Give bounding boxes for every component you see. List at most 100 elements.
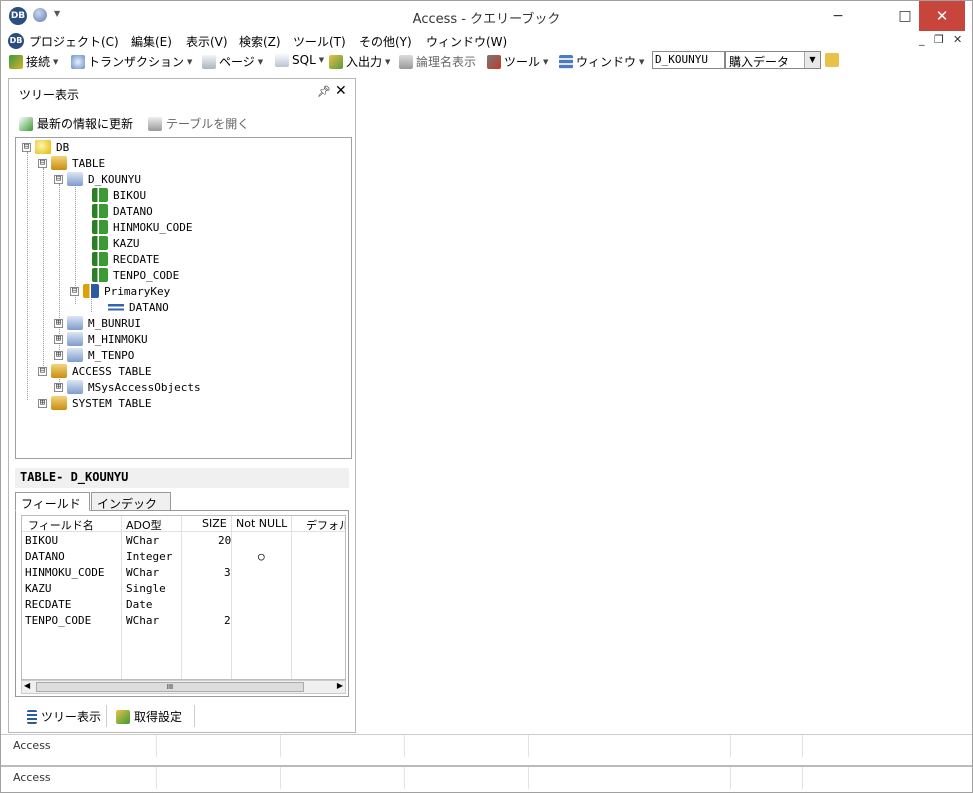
- menu-search[interactable]: 検索(Z): [239, 33, 281, 50]
- horizontal-scrollbar[interactable]: ◀ III ▶: [21, 680, 346, 694]
- tab-fields[interactable]: フィールド: [15, 492, 90, 511]
- key-column-icon: [108, 300, 124, 314]
- dropdown-icon: ▼: [257, 57, 264, 66]
- sql-icon: [275, 53, 289, 67]
- tree-node-db[interactable]: ⊟ DB: [22, 139, 69, 155]
- go-icon[interactable]: [825, 53, 839, 67]
- tree-node-m-tenpo[interactable]: ⊞ M_TENPO: [54, 347, 134, 363]
- window-icon: [559, 54, 573, 69]
- tree-view-icon: [27, 709, 37, 724]
- mdi-restore-button[interactable]: ❐: [934, 33, 944, 46]
- tab-indexes[interactable]: インデックス: [91, 492, 171, 528]
- transaction-icon: [71, 54, 85, 69]
- menu-app-icon[interactable]: DB: [8, 33, 24, 49]
- connect-button[interactable]: 接続 ▼: [9, 53, 58, 70]
- maximize-button[interactable]: □: [888, 1, 922, 31]
- tab-tree-view[interactable]: ツリー表示: [27, 708, 101, 725]
- panel-title: ツリー表示: [19, 88, 80, 102]
- field-icon: [92, 236, 108, 250]
- field-icon: [92, 268, 108, 282]
- menu-view[interactable]: 表示(V): [186, 33, 228, 50]
- table-icon: [67, 380, 83, 394]
- close-button[interactable]: ✕: [919, 1, 965, 31]
- table-row[interactable]: BIKOU WChar 20: [22, 532, 345, 548]
- logical-name-icon: [399, 54, 413, 69]
- scroll-left-icon[interactable]: ◀: [24, 681, 30, 690]
- panel-close-icon[interactable]: ✕: [335, 83, 347, 99]
- database-icon: [35, 140, 51, 154]
- transaction-button[interactable]: トランザクション ▼: [71, 53, 192, 70]
- window-button[interactable]: ウィンドウ ▼: [559, 53, 644, 70]
- tree-node-key-column[interactable]: DATANO: [108, 299, 169, 315]
- pin-icon[interactable]: 📌︎: [317, 85, 331, 98]
- table-row[interactable]: DATANO Integer ○: [22, 548, 345, 564]
- table-row[interactable]: KAZU Single: [22, 580, 345, 596]
- menu-window[interactable]: ウィンドウ(W): [426, 33, 507, 50]
- table-group-icon: [51, 156, 67, 170]
- field-icon: [92, 252, 108, 266]
- scroll-right-icon[interactable]: ▶: [337, 681, 343, 690]
- menu-tools[interactable]: ツール(T): [293, 33, 346, 50]
- tree-node-system-table[interactable]: ⊞ SYSTEM TABLE: [38, 395, 151, 411]
- chevron-down-icon[interactable]: ▼: [804, 52, 820, 68]
- status-bar-inner: Access: [1, 734, 972, 757]
- page-button[interactable]: ページ ▼: [202, 53, 263, 70]
- tree-node-d-kounyu[interactable]: ⊟ D_KOUNYU: [54, 171, 141, 187]
- tools-button[interactable]: ツール ▼: [487, 53, 548, 70]
- column-header[interactable]: SIZE: [202, 517, 227, 530]
- tree-node-field[interactable]: BIKOU: [92, 187, 146, 203]
- dropdown-icon: ▼: [187, 57, 193, 66]
- menu-bar: DB プロジェクト(C) 編集(E) 表示(V) 検索(Z) ツール(T) その…: [1, 31, 972, 51]
- menu-edit[interactable]: 編集(E): [131, 33, 172, 50]
- tree-view[interactable]: ⊟ DB ⊟ TABLE ⊟ D_KOUNYU BIKOU DATANO HINMOK…: [15, 137, 352, 459]
- column-header[interactable]: Not NULL: [236, 517, 287, 530]
- tree-node-m-hinmoku[interactable]: ⊞ M_HINMOKU: [54, 331, 148, 347]
- tree-node-msysaccessobjects[interactable]: ⊞ MSysAccessObjects: [54, 379, 201, 395]
- name-combo[interactable]: 購入データ ▼: [725, 51, 821, 69]
- table-row[interactable]: HINMOKU_CODE WChar 3: [22, 564, 345, 580]
- tree-node-field[interactable]: KAZU: [92, 235, 140, 251]
- io-icon: [329, 54, 343, 69]
- status-text: Access: [13, 771, 51, 784]
- fields-grid[interactable]: フィールド名 ADO型 SIZE Not NULL デフォル BIKOU WCha…: [21, 515, 346, 680]
- tree-node-m-bunrui[interactable]: ⊞ M_BUNRUI: [54, 315, 141, 331]
- primary-key-icon: [83, 284, 99, 298]
- tree-node-field[interactable]: DATANO: [92, 203, 153, 219]
- open-table-button[interactable]: テーブルを開く: [148, 115, 249, 132]
- field-icon: [92, 220, 108, 234]
- table-row[interactable]: TENPO_CODE WChar 2: [22, 612, 345, 628]
- page-icon: [202, 54, 216, 69]
- column-header[interactable]: フィールド名: [28, 517, 94, 533]
- scroll-thumb[interactable]: III: [36, 682, 304, 692]
- open-table-icon: [148, 116, 162, 131]
- tree-node-field[interactable]: RECDATE: [92, 251, 159, 267]
- mdi-close-button[interactable]: ✕: [953, 33, 962, 46]
- table-icon: [67, 172, 83, 186]
- refresh-icon: [19, 116, 33, 131]
- title-bar: DB ▼ Access - クエリーブック − □ ✕: [1, 1, 972, 31]
- tree-node-field[interactable]: TENPO_CODE: [92, 267, 179, 283]
- status-text: Access: [13, 739, 51, 752]
- logical-name-button[interactable]: 論理名表示: [399, 53, 476, 70]
- minimize-button[interactable]: −: [821, 1, 855, 31]
- table-row[interactable]: RECDATE Date: [22, 596, 345, 612]
- tree-node-table[interactable]: ⊟ TABLE: [38, 155, 105, 171]
- tree-node-primarykey[interactable]: ⊟ PrimaryKey: [70, 283, 170, 299]
- mdi-minimize-button[interactable]: _: [919, 33, 925, 46]
- column-header[interactable]: デフォル: [306, 517, 345, 533]
- connect-icon: [9, 54, 23, 69]
- sql-button[interactable]: SQL ▼: [275, 53, 324, 67]
- dropdown-icon: ▼: [53, 57, 59, 66]
- tab-fetch-settings[interactable]: 取得設定: [116, 708, 182, 725]
- dropdown-icon: ▼: [543, 57, 549, 66]
- table-group-icon: [51, 396, 67, 410]
- io-button[interactable]: 入出力 ▼: [329, 53, 390, 70]
- table-icon: [67, 348, 83, 362]
- table-combo[interactable]: D_KOUNYU: [652, 51, 725, 69]
- refresh-button[interactable]: 最新の情報に更新: [19, 115, 133, 132]
- tree-node-access-table[interactable]: ⊟ ACCESS TABLE: [38, 363, 151, 379]
- menu-other[interactable]: その他(Y): [359, 33, 412, 50]
- column-header[interactable]: ADO型: [126, 517, 162, 533]
- tree-node-field[interactable]: HINMOKU_CODE: [92, 219, 192, 235]
- menu-project[interactable]: プロジェクト(C): [29, 33, 119, 50]
